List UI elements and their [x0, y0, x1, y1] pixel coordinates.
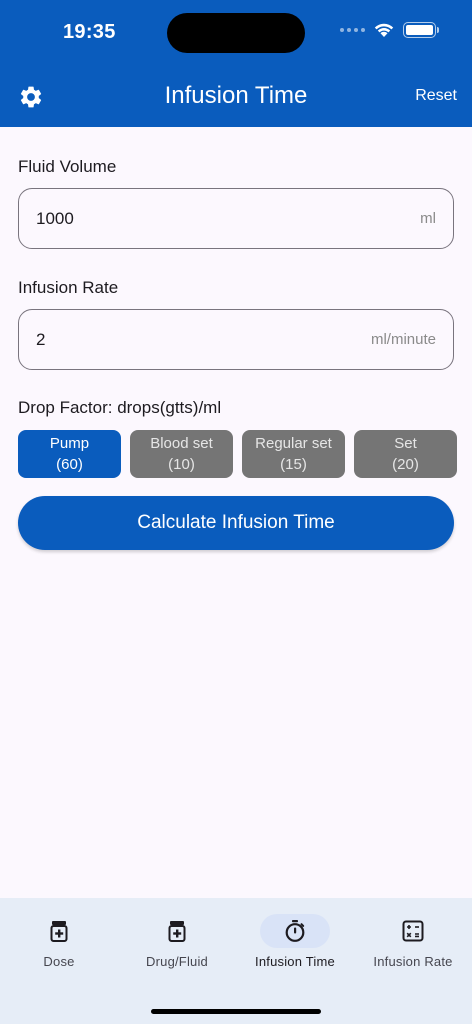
- timer-icon: [285, 920, 305, 942]
- nav-icon-wrap: [378, 914, 448, 948]
- nav-icon-wrap: [142, 914, 212, 948]
- nav-item-infusion-time[interactable]: Infusion Time: [236, 914, 354, 984]
- nav-label: Drug/Fluid: [146, 954, 208, 969]
- chip-name: Regular set: [255, 435, 332, 452]
- calculate-infusion-time-button[interactable]: Calculate Infusion Time: [18, 496, 454, 550]
- fluid-volume-input[interactable]: 1000 ml: [18, 188, 454, 249]
- nav-icon-wrap: [260, 914, 330, 948]
- drop-factor-set[interactable]: Set (20): [354, 430, 457, 478]
- drop-factor-options: Pump (60) Blood set (10) Regular set (15…: [18, 430, 457, 478]
- status-time: 19:35: [63, 21, 116, 43]
- nav-label: Dose: [43, 954, 75, 969]
- nav-label: Infusion Time: [255, 954, 335, 969]
- calculator-icon: [402, 920, 424, 942]
- wifi-icon: [374, 23, 394, 37]
- fluid-volume-value: 1000: [36, 208, 74, 228]
- chip-value: (60): [56, 456, 83, 473]
- chip-name: Pump: [49, 435, 90, 452]
- chip-value: (15): [280, 456, 307, 473]
- fluid-volume-unit: ml: [420, 210, 436, 227]
- app-header: 19:35 Infusion Time Reset: [0, 0, 472, 127]
- drop-factor-blood-set[interactable]: Blood set (10): [130, 430, 233, 478]
- infusion-rate-label: Infusion Rate: [18, 278, 119, 297]
- battery-icon: [403, 22, 439, 38]
- bottom-navigation: Dose Drug/Fluid Infusion Time Infusion R…: [0, 898, 472, 1024]
- chip-value: (20): [392, 456, 419, 473]
- infusion-rate-unit: ml/minute: [370, 331, 436, 348]
- chip-name: Blood set: [150, 435, 213, 452]
- drop-factor-label: Drop Factor: drops(gtts)/ml: [18, 398, 222, 417]
- nav-item-infusion-rate[interactable]: Infusion Rate: [354, 914, 472, 984]
- nav-label: Infusion Rate: [373, 954, 453, 969]
- fluid-volume-label: Fluid Volume: [18, 157, 117, 176]
- status-icons: [340, 22, 439, 38]
- medicine-bottle-icon: [168, 921, 186, 942]
- home-indicator: [151, 1009, 321, 1014]
- nav-icon-wrap: [24, 914, 94, 948]
- drop-factor-regular-set[interactable]: Regular set (15): [242, 430, 345, 478]
- signal-icon: [340, 28, 365, 32]
- medicine-bottle-icon: [50, 921, 68, 942]
- infusion-rate-value: 2: [36, 329, 46, 349]
- reset-button[interactable]: Reset: [415, 87, 457, 105]
- page-title: Infusion Time: [164, 82, 308, 109]
- nav-item-drug-fluid[interactable]: Drug/Fluid: [118, 914, 236, 984]
- dynamic-island: [167, 13, 305, 53]
- nav-item-dose[interactable]: Dose: [0, 914, 118, 984]
- drop-factor-pump[interactable]: Pump (60): [18, 430, 121, 478]
- infusion-rate-input[interactable]: 2 ml/minute: [18, 309, 454, 370]
- chip-name: Set: [394, 435, 417, 452]
- chip-value: (10): [168, 456, 195, 473]
